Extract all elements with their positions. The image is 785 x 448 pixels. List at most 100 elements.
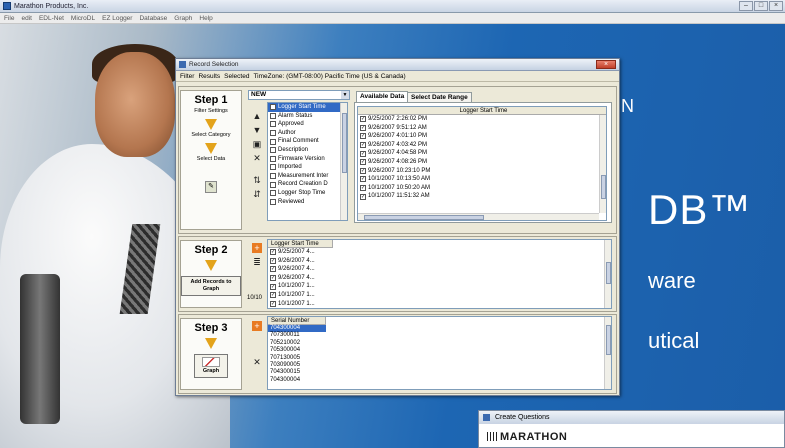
checkbox[interactable]: ✓ xyxy=(270,266,276,273)
category-list[interactable]: ✓ Logger Start Time Alarm Status Approved Au… xyxy=(267,102,348,221)
dialog-menu-selected[interactable]: Selected xyxy=(224,73,249,80)
selected-records-scrollbar[interactable] xyxy=(604,240,611,308)
filter-select[interactable]: NEW ▼ xyxy=(248,90,350,100)
menu-database[interactable]: Database xyxy=(139,15,167,22)
sort-descending-icon[interactable]: ⇵ xyxy=(252,189,262,199)
checkbox[interactable] xyxy=(270,121,276,128)
checkbox[interactable] xyxy=(270,112,276,119)
menu-graph[interactable]: Graph xyxy=(174,15,192,22)
available-data-item[interactable]: ✓ 10/1/2007 10:13:50 AM xyxy=(358,175,606,184)
available-data-item[interactable]: ✓ 10/1/2007 10:50:20 AM xyxy=(358,184,606,193)
checkbox[interactable] xyxy=(270,198,276,205)
checkbox[interactable] xyxy=(270,181,276,188)
serial-number-item[interactable]: 707300011 xyxy=(268,332,326,339)
menu-microdl[interactable]: MicroDL xyxy=(71,15,95,22)
available-hscroll-thumb[interactable] xyxy=(364,215,484,220)
checkbox[interactable]: ✓ xyxy=(360,133,366,140)
checkbox[interactable]: ✓ xyxy=(270,257,276,264)
category-scroll-thumb[interactable] xyxy=(342,113,347,173)
serial-number-item[interactable]: 705300004 xyxy=(268,347,326,354)
menu-file[interactable]: File xyxy=(4,15,14,22)
serial-number-list[interactable]: Serial Number 704300004 707300011 70521000… xyxy=(267,316,612,390)
dialog-menu-timezone[interactable]: TimeZone: (GMT-08:00) Pacific Time (US &… xyxy=(253,73,405,80)
checkbox[interactable]: ✓ xyxy=(270,249,276,256)
checkbox[interactable] xyxy=(270,173,276,180)
available-data-item[interactable]: ✓ 9/25/2007 2:26:02 PM xyxy=(358,115,606,124)
remove-serial-icon[interactable]: ✕ xyxy=(252,357,262,367)
category-item[interactable]: Author xyxy=(268,129,347,138)
available-data-item[interactable]: ✓ 9/26/2007 4:03:42 PM xyxy=(358,141,606,150)
checkbox[interactable]: ✓ xyxy=(360,142,366,149)
available-vscroll[interactable] xyxy=(599,115,606,213)
selected-record-item[interactable]: ✓ 10/1/2007 1... xyxy=(268,300,611,308)
delete-icon[interactable]: ✕ xyxy=(252,153,262,163)
checkbox[interactable] xyxy=(270,164,276,171)
selected-record-item[interactable]: ✓ 9/25/2007 4... xyxy=(268,248,611,257)
serial-number-item[interactable]: 707130005 xyxy=(268,355,326,362)
selected-record-item[interactable]: ✓ 9/26/2007 4... xyxy=(268,274,611,283)
dialog-menu-results[interactable]: Results xyxy=(198,73,220,80)
selected-records-list[interactable]: Logger Start Time ✓ 9/25/2007 4... ✓ 9/26/2… xyxy=(267,239,612,309)
dialog-close-button[interactable]: × xyxy=(596,60,616,69)
category-item[interactable]: Description xyxy=(268,146,347,155)
category-item[interactable]: Measurement Inter xyxy=(268,172,347,181)
minimize-button[interactable]: – xyxy=(739,1,753,11)
available-data-item[interactable]: ✓ 9/26/2007 4:04:58 PM xyxy=(358,149,606,158)
add-records-to-graph-button[interactable]: Add Records to Graph xyxy=(181,276,241,296)
category-item[interactable]: Firmware Version xyxy=(268,155,347,164)
checkbox[interactable]: ✓ xyxy=(360,185,366,192)
checkbox[interactable]: ✓ xyxy=(360,176,366,183)
selected-record-item[interactable]: ✓ 10/1/2007 1... xyxy=(268,282,611,291)
sort-ascending-icon[interactable]: ⇅ xyxy=(252,175,262,185)
serial-scrollbar[interactable] xyxy=(604,317,611,389)
serial-number-item[interactable]: 703090005 xyxy=(268,362,326,369)
serial-number-item[interactable]: 704300015 xyxy=(268,369,326,376)
checkbox[interactable] xyxy=(270,190,276,197)
selected-record-item[interactable]: ✓ 9/26/2007 4... xyxy=(268,265,611,274)
selected-records-header[interactable]: Logger Start Time xyxy=(268,240,333,248)
available-data-item[interactable]: ✓ 9/26/2007 9:51:12 AM xyxy=(358,124,606,133)
available-data-list[interactable]: Logger Start Time ✓ 9/25/2007 2:26:02 PM ✓… xyxy=(357,106,607,221)
add-serial-icon[interactable]: + xyxy=(252,321,262,331)
serial-number-item[interactable]: 705210002 xyxy=(268,340,326,347)
checkbox[interactable] xyxy=(270,155,276,162)
available-hscroll[interactable] xyxy=(358,213,599,220)
available-data-header[interactable]: Logger Start Time xyxy=(358,107,606,115)
dialog-menu-filter[interactable]: Filter xyxy=(180,73,194,80)
list-icon[interactable]: ≣ xyxy=(252,257,262,267)
available-data-item[interactable]: ✓ 9/26/2007 10:23:10 PM xyxy=(358,167,606,176)
graph-button[interactable]: Graph xyxy=(194,354,228,378)
close-button[interactable]: × xyxy=(769,1,783,11)
move-down-icon[interactable]: ▼ xyxy=(252,125,262,135)
checkbox[interactable] xyxy=(270,138,276,145)
category-item[interactable]: ✓ Logger Start Time xyxy=(268,103,347,112)
menu-ez-logger[interactable]: EZ Logger xyxy=(102,15,132,22)
category-item[interactable]: Reviewed xyxy=(268,198,347,207)
checkbox[interactable]: ✓ xyxy=(360,150,366,157)
add-record-icon[interactable]: + xyxy=(252,243,262,253)
checkbox[interactable]: ✓ xyxy=(360,159,366,166)
save-icon[interactable]: ▣ xyxy=(252,139,262,149)
tab-select-date-range[interactable]: Select Date Range xyxy=(407,92,472,102)
checkbox[interactable]: ✓ xyxy=(360,167,366,174)
available-vscroll-thumb[interactable] xyxy=(601,175,606,199)
checkbox[interactable]: ✓ xyxy=(360,193,366,200)
menu-help[interactable]: Help xyxy=(199,15,212,22)
category-item[interactable]: Record Creation D xyxy=(268,180,347,189)
category-item[interactable]: Alarm Status xyxy=(268,112,347,121)
tab-available-data[interactable]: Available Data xyxy=(356,91,409,102)
serial-number-header[interactable]: Serial Number xyxy=(268,317,326,325)
selected-record-item[interactable]: ✓ 10/1/2007 1... xyxy=(268,291,611,300)
serial-number-item[interactable]: 704300004 xyxy=(268,325,326,333)
category-item[interactable]: Approved xyxy=(268,120,347,129)
selected-records-scroll-thumb[interactable] xyxy=(606,262,611,284)
menu-edl-net[interactable]: EDL-Net xyxy=(39,15,64,22)
available-data-item[interactable]: ✓ 10/1/2007 11:51:32 AM xyxy=(358,192,606,201)
serial-number-item[interactable]: 704300004 xyxy=(268,377,326,384)
selected-record-item[interactable]: ✓ 9/26/2007 4... xyxy=(268,257,611,266)
chevron-down-icon[interactable]: ▼ xyxy=(341,91,349,99)
checkbox[interactable]: ✓ xyxy=(270,292,276,299)
checkbox[interactable] xyxy=(270,147,276,154)
checkbox[interactable]: ✓ xyxy=(270,104,276,111)
category-scrollbar[interactable] xyxy=(340,103,347,220)
